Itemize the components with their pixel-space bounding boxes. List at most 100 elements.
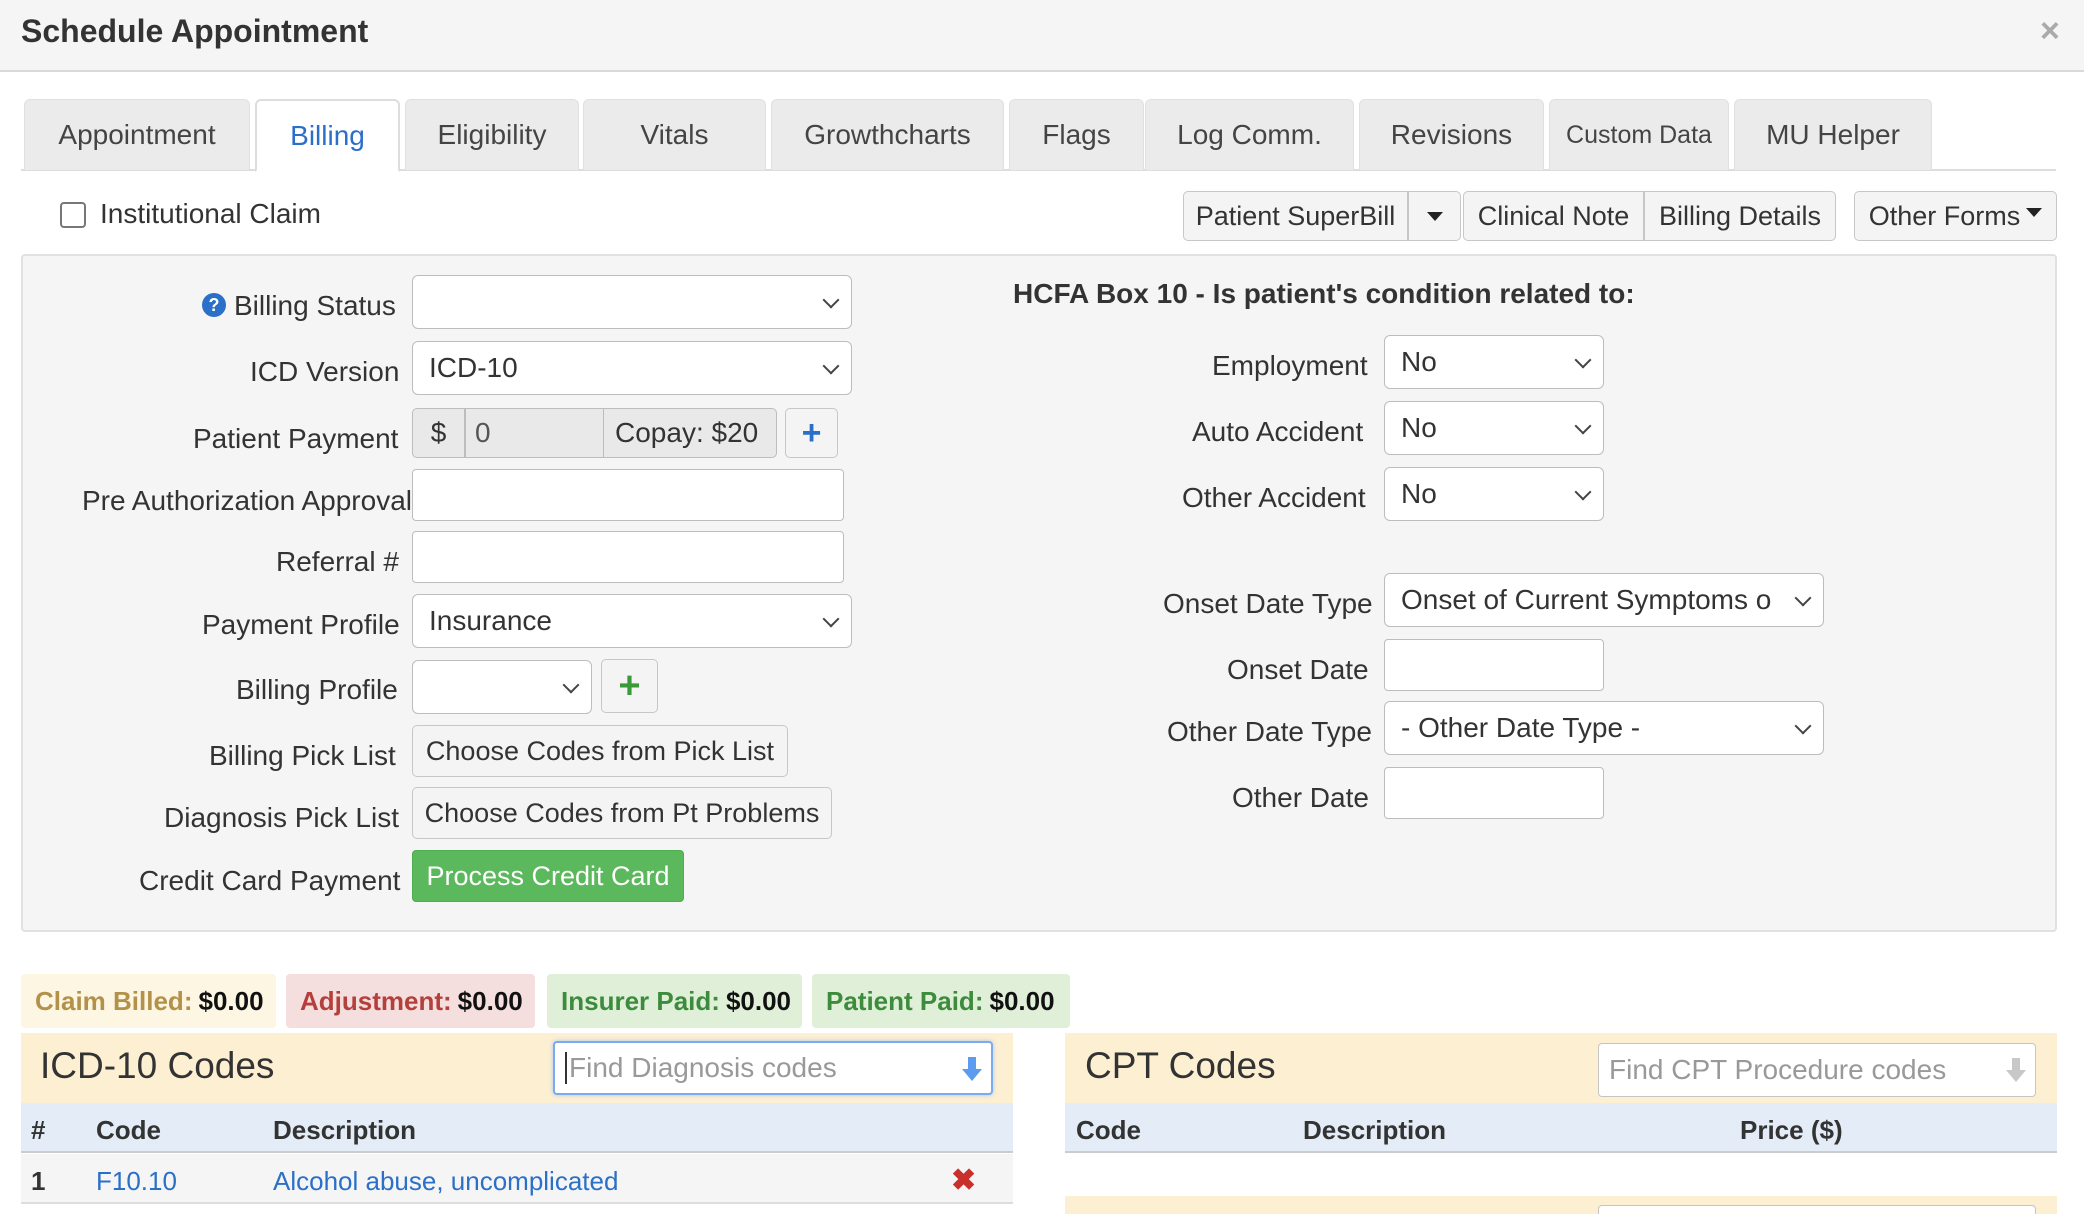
close-icon[interactable]: × <box>2040 14 2060 48</box>
referral-label: Referral # <box>276 546 399 577</box>
plus-icon: + <box>618 664 641 707</box>
tab-vitals[interactable]: Vitals <box>583 99 766 170</box>
icd-row-description-link[interactable]: Alcohol abuse, uncomplicated <box>273 1166 618 1197</box>
diagnosis-search-input[interactable]: Find Diagnosis codes <box>553 1041 993 1095</box>
add-billing-profile-button[interactable]: + <box>601 659 658 713</box>
cpt-table-header <box>1065 1103 2057 1153</box>
other-date-input[interactable] <box>1384 767 1604 819</box>
text-cursor <box>565 1052 567 1084</box>
tab-custom-data[interactable]: Custom Data <box>1549 99 1729 170</box>
insurer-paid-label: Insurer Paid: <box>561 985 720 1016</box>
payment-profile-select[interactable]: Insurance <box>412 594 852 648</box>
other-forms-label: Other Forms <box>1868 200 2021 231</box>
patient-payment-label: Patient Payment <box>193 423 399 454</box>
chevron-down-icon <box>822 610 840 628</box>
employment-label: Employment <box>1212 350 1368 381</box>
referral-input[interactable] <box>412 531 844 583</box>
icd-version-select[interactable]: ICD-10 <box>412 341 852 395</box>
other-date-type-value: - Other Date Type - <box>1401 712 1641 743</box>
next-panel-search[interactable] <box>1598 1205 2036 1214</box>
patient-paid-label: Patient Paid: <box>826 985 984 1016</box>
choose-from-pt-problems-button[interactable]: Choose Codes from Pt Problems <box>412 787 832 839</box>
patient-superbill-button[interactable]: Patient SuperBill <box>1183 191 1408 241</box>
caret-down-icon <box>1426 211 1443 221</box>
other-date-type-select[interactable]: - Other Date Type - <box>1384 701 1824 755</box>
adjustment-value: $0.00 <box>457 985 523 1016</box>
patient-paid-value: $0.00 <box>989 985 1055 1016</box>
icd-version-label: ICD Version <box>250 356 400 387</box>
tab-flags[interactable]: Flags <box>1009 99 1144 170</box>
other-accident-value: No <box>1401 478 1437 509</box>
billing-status-label: Billing Status <box>234 290 396 321</box>
tab-mu-helper[interactable]: MU Helper <box>1734 99 1932 170</box>
icd-table-header <box>21 1103 1013 1153</box>
cpt-search-input[interactable]: Find CPT Procedure codes <box>1598 1043 2036 1097</box>
caret-down-icon <box>2026 207 2043 217</box>
institutional-claim-label: Institutional Claim <box>100 198 321 229</box>
add-payment-button[interactable]: + <box>785 408 838 458</box>
other-accident-label: Other Accident <box>1182 482 1366 513</box>
institutional-claim-checkbox[interactable] <box>60 202 86 228</box>
tab-growthcharts[interactable]: Growthcharts <box>771 99 1004 170</box>
icd-row-num: 1 <box>31 1166 46 1196</box>
download-arrow-icon <box>962 1057 982 1081</box>
clinical-note-button[interactable]: Clinical Note <box>1463 191 1644 241</box>
claim-billed-badge: Claim Billed: $0.00 <box>21 974 276 1028</box>
chevron-down-icon <box>822 357 840 375</box>
auto-accident-value: No <box>1401 412 1437 443</box>
tab-appointment[interactable]: Appointment <box>24 99 250 170</box>
pre-auth-label: Pre Authorization Approval <box>82 485 412 516</box>
other-date-type-label: Other Date Type <box>1167 716 1372 747</box>
icd-version-value: ICD-10 <box>429 352 518 383</box>
billing-details-button[interactable]: Billing Details <box>1644 191 1836 241</box>
icd-col-description: Description <box>273 1115 417 1145</box>
tab-log-comm[interactable]: Log Comm. <box>1145 99 1354 170</box>
cpt-col-price: Price ($) <box>1740 1115 1843 1145</box>
billing-profile-label: Billing Profile <box>236 674 398 705</box>
plus-icon: + <box>801 413 822 452</box>
pre-auth-input[interactable] <box>412 469 844 521</box>
other-forms-button[interactable]: Other Forms <box>1854 191 2057 241</box>
choose-from-pick-list-button[interactable]: Choose Codes from Pick List <box>412 725 788 777</box>
other-accident-select[interactable]: No <box>1384 467 1604 521</box>
process-credit-card-button[interactable]: Process Credit Card <box>412 850 684 902</box>
chevron-down-icon <box>1794 589 1812 607</box>
icd-row-code-link[interactable]: F10.10 <box>96 1166 177 1197</box>
patient-paid-badge: Patient Paid: $0.00 <box>812 974 1070 1028</box>
chevron-down-icon <box>1574 351 1592 369</box>
tab-eligibility[interactable]: Eligibility <box>405 99 579 170</box>
remove-icon[interactable]: ✖ <box>951 1163 976 1198</box>
icd-panel-title: ICD-10 Codes <box>40 1045 275 1086</box>
billing-pick-list-label: Billing Pick List <box>209 740 396 771</box>
diagnosis-pick-list-label: Diagnosis Pick List <box>164 802 399 833</box>
claim-billed-label: Claim Billed: <box>35 985 193 1016</box>
tab-billing[interactable]: Billing <box>255 99 400 172</box>
onset-date-input[interactable] <box>1384 639 1604 691</box>
onset-date-type-label: Onset Date Type <box>1163 588 1373 619</box>
cpt-panel-title: CPT Codes <box>1085 1045 1276 1086</box>
payment-profile-value: Insurance <box>429 605 552 636</box>
payment-profile-label: Payment Profile <box>202 609 400 640</box>
employment-select[interactable]: No <box>1384 335 1604 389</box>
cpt-col-code: Code <box>1076 1115 1141 1145</box>
billing-status-select[interactable] <box>412 275 852 329</box>
chevron-down-icon <box>562 676 580 694</box>
credit-card-payment-label: Credit Card Payment <box>139 865 401 896</box>
patient-payment-input[interactable]: 0 <box>465 408 604 458</box>
adjustment-label: Adjustment: <box>300 985 452 1016</box>
chevron-down-icon <box>822 291 840 309</box>
claim-billed-value: $0.00 <box>198 985 264 1016</box>
insurer-paid-badge: Insurer Paid: $0.00 <box>547 974 802 1028</box>
billing-profile-select[interactable] <box>412 660 592 714</box>
help-icon[interactable]: ? <box>202 293 226 317</box>
onset-date-type-select[interactable]: Onset of Current Symptoms o <box>1384 573 1824 627</box>
tab-revisions[interactable]: Revisions <box>1359 99 1544 170</box>
auto-accident-select[interactable]: No <box>1384 401 1604 455</box>
superbill-dropdown-button[interactable] <box>1408 191 1461 241</box>
modal-title: Schedule Appointment <box>21 13 369 49</box>
chevron-down-icon <box>1574 483 1592 501</box>
chevron-down-icon <box>1794 717 1812 735</box>
icd-col-code: Code <box>96 1115 161 1145</box>
diagnosis-search-placeholder: Find Diagnosis codes <box>569 1052 837 1083</box>
download-arrow-icon <box>2006 1058 2026 1082</box>
